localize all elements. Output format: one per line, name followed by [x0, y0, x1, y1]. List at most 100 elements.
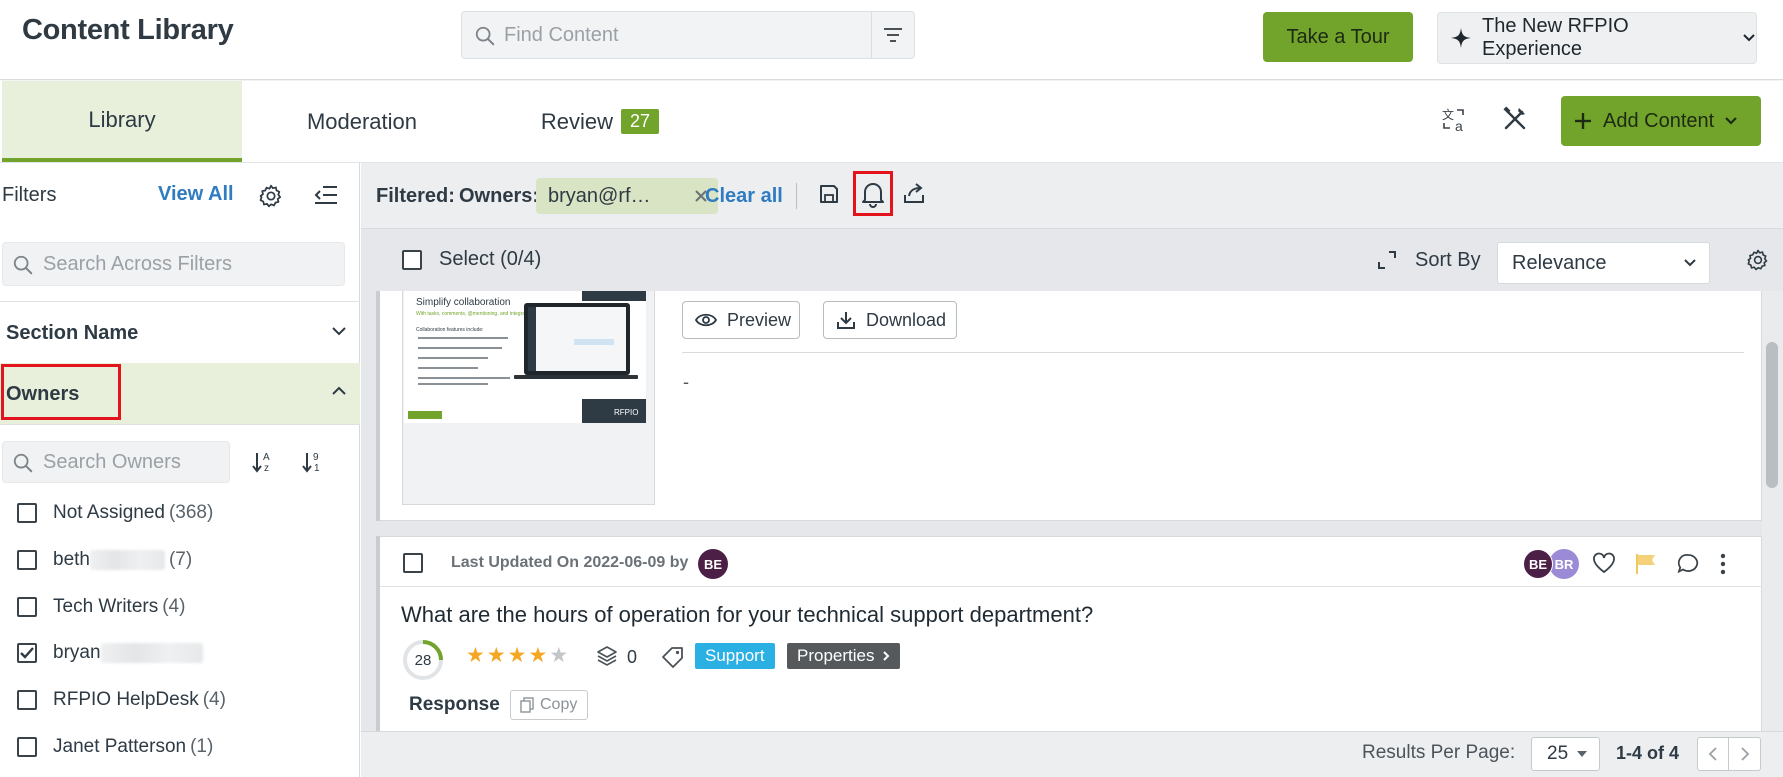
star-icon: ★: [507, 644, 527, 667]
preview-label: Preview: [727, 309, 792, 330]
search-icon: [474, 25, 496, 47]
checkbox-checked[interactable]: [17, 643, 37, 663]
results-per-page-label: Results Per Page:: [1362, 742, 1516, 763]
content-text: -: [683, 372, 689, 392]
owner-option[interactable]: RFPIO HelpDesk (4): [17, 685, 226, 715]
chevron-down-icon[interactable]: [331, 325, 347, 337]
select-all-checkbox[interactable]: [402, 250, 422, 270]
search-icon: [12, 254, 34, 276]
owners-highlight-box: [1, 364, 121, 420]
tab-library[interactable]: Library: [2, 81, 242, 162]
owner-filter-chip[interactable]: bryan@rf…: [536, 178, 718, 214]
tools-icon[interactable]: [1502, 106, 1528, 132]
previous-page-button[interactable]: [1697, 737, 1729, 771]
download-button[interactable]: Download: [823, 301, 957, 339]
more-options-icon[interactable]: [1718, 552, 1728, 576]
checkbox[interactable]: [17, 737, 37, 757]
filter-search-box[interactable]: [2, 242, 345, 286]
owner-count: (7): [168, 549, 193, 570]
avatar[interactable]: BE: [1523, 549, 1553, 579]
avatar[interactable]: BR: [1549, 549, 1579, 579]
owner-search-box[interactable]: [2, 441, 230, 483]
question-title[interactable]: What are the hours of operation for your…: [401, 602, 1093, 628]
comment-icon[interactable]: [1676, 552, 1700, 576]
export-icon[interactable]: [902, 182, 926, 206]
svg-text:Collaboration features include: Collaboration features include:: [416, 327, 484, 333]
copy-icon: [520, 697, 534, 713]
owner-option[interactable]: Janet Patterson (1): [17, 732, 213, 762]
svg-text:28: 28: [415, 652, 432, 669]
owner-option[interactable]: Not Assigned (368): [17, 498, 213, 528]
chevron-up-icon[interactable]: [331, 385, 347, 397]
owner-option[interactable]: beth (7): [17, 545, 192, 575]
scrollbar-thumb[interactable]: [1766, 342, 1778, 488]
properties-button[interactable]: Properties: [787, 643, 901, 669]
tag-icon[interactable]: [661, 645, 685, 669]
download-icon: [836, 310, 856, 330]
gear-icon[interactable]: [1746, 248, 1770, 272]
properties-label: Properties: [797, 646, 875, 665]
star-icon: ★: [486, 644, 506, 667]
copy-label: Copy: [540, 696, 578, 713]
owner-option[interactable]: bryan: [17, 638, 203, 668]
flag-icon[interactable]: [1634, 552, 1658, 576]
score-ring: 28: [401, 638, 445, 682]
content-search-box[interactable]: [461, 11, 915, 59]
page-range-label: 1-4 of 4: [1616, 743, 1680, 763]
save-icon[interactable]: [818, 183, 840, 205]
translate-icon[interactable]: 文 a: [1441, 107, 1469, 133]
heart-icon[interactable]: [1592, 552, 1616, 574]
checkbox[interactable]: [17, 503, 37, 523]
filter-search-input[interactable]: [43, 243, 333, 285]
plus-icon: [1573, 111, 1593, 131]
rating-stars[interactable]: ★ ★ ★ ★ ★: [466, 645, 570, 666]
add-content-button[interactable]: Add Content: [1561, 96, 1761, 146]
response-label: Response: [409, 694, 500, 715]
section-name-filter-header[interactable]: Section Name: [6, 322, 138, 345]
card-checkbox[interactable]: [403, 553, 423, 573]
chevron-down-icon: [1683, 258, 1697, 268]
sort-dropdown[interactable]: Relevance: [1497, 242, 1710, 284]
alternate-count: 0: [627, 647, 638, 667]
checkbox[interactable]: [17, 690, 37, 710]
expand-icon[interactable]: [1377, 250, 1397, 270]
tab-label: Review: [540, 108, 614, 134]
clear-all-link[interactable]: Clear all: [705, 185, 783, 208]
checkbox[interactable]: [17, 550, 37, 570]
filter-lines-icon: [883, 27, 903, 43]
owner-name: Janet Patterson: [53, 736, 187, 757]
tab-moderation[interactable]: Moderation: [262, 81, 462, 162]
svg-text:Simplify collaboration: Simplify collaboration: [416, 297, 511, 308]
copy-button[interactable]: Copy: [510, 690, 588, 720]
sort-alpha-icon[interactable]: Az: [252, 450, 274, 474]
search-input[interactable]: [504, 12, 864, 58]
checkbox[interactable]: [17, 597, 37, 617]
owner-search-input[interactable]: [43, 442, 223, 482]
next-page-button[interactable]: [1729, 737, 1761, 771]
sort-value: Relevance: [1512, 251, 1607, 274]
view-all-link[interactable]: View All: [158, 183, 234, 206]
tag-badge[interactable]: Support: [695, 643, 775, 669]
tab-review[interactable]: Review 27: [520, 81, 680, 162]
document-thumbnail[interactable]: Simplify collaboration With tasks, comme…: [404, 291, 646, 423]
take-a-tour-button[interactable]: Take a Tour: [1263, 12, 1413, 62]
divider: [380, 586, 1762, 587]
card-accent-bar: [376, 536, 380, 736]
card-accent-bar: [376, 291, 380, 521]
review-count-badge: 27: [621, 109, 660, 134]
collapse-sidebar-icon[interactable]: [313, 184, 339, 206]
add-content-label: Add Content: [1603, 109, 1715, 132]
gear-icon[interactable]: [258, 183, 284, 209]
sort-by-label: Sort By: [1415, 249, 1481, 271]
avatar[interactable]: BE: [698, 549, 728, 579]
download-label: Download: [866, 309, 947, 330]
filters-heading: Filters: [2, 184, 57, 206]
owner-option[interactable]: Tech Writers (4): [17, 592, 185, 622]
page-title: Content Library: [22, 14, 234, 46]
preview-button[interactable]: Preview: [682, 301, 800, 339]
results-per-page-select[interactable]: 25: [1531, 737, 1600, 771]
chevron-right-icon: [882, 650, 890, 662]
experience-dropdown-button[interactable]: The New RFPIO Experience: [1437, 12, 1757, 64]
sort-numeric-icon[interactable]: 91: [302, 450, 324, 474]
search-filter-button[interactable]: [871, 12, 914, 58]
